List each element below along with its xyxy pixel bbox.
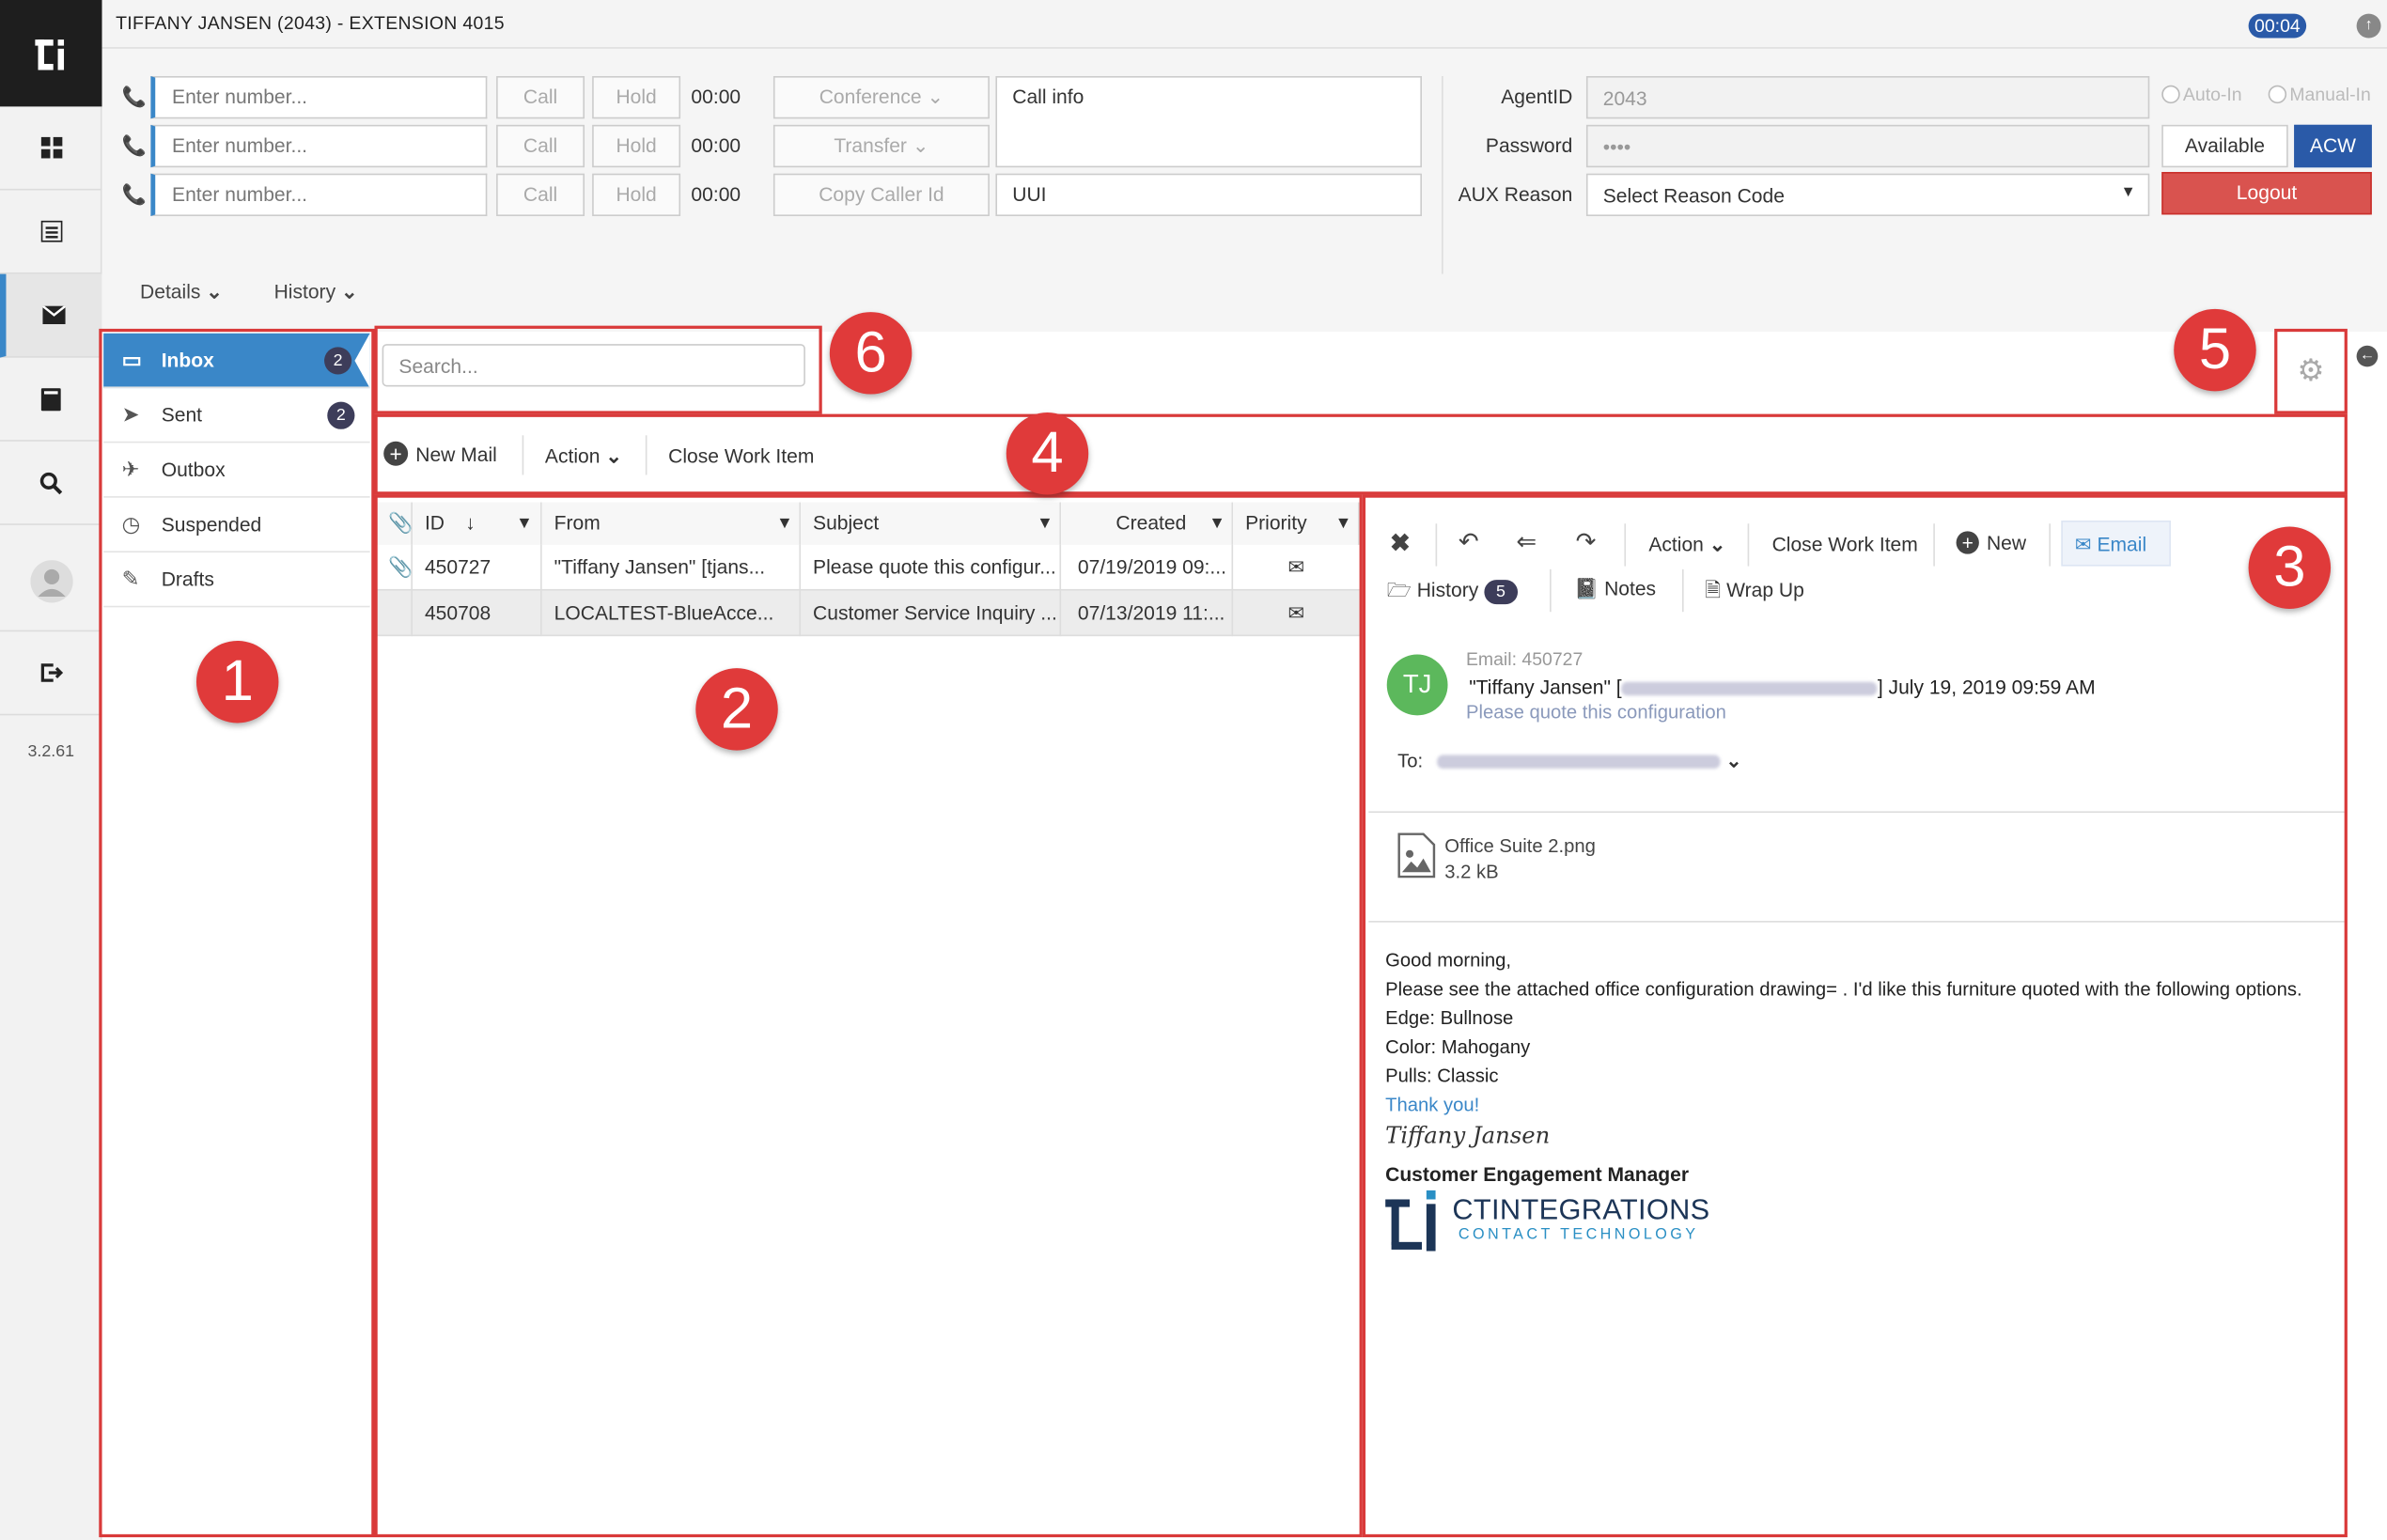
nav-list[interactable] <box>0 190 102 274</box>
user-icon <box>29 560 72 603</box>
radio-icon <box>2268 85 2287 104</box>
envelope-icon <box>42 305 66 325</box>
hold-button-2[interactable]: Hold <box>592 124 681 168</box>
phone-panel: 📞 Enter number... Call Hold 00:00 📞 Ente… <box>101 48 2387 333</box>
call-button-2[interactable]: Call <box>496 124 585 168</box>
caret-down-icon: ▼ <box>2120 184 2136 201</box>
manual-in-radio[interactable]: Manual-In <box>2268 84 2371 105</box>
password-label: Password <box>1485 133 1573 157</box>
aux-reason-value: Select Reason Code <box>1602 184 1785 208</box>
agent-id-field: 2043 <box>1585 75 2150 119</box>
available-button[interactable]: Available <box>2161 124 2288 168</box>
annotation-box-5 <box>2274 328 2348 414</box>
dashboard-icon <box>39 136 62 159</box>
call-button-3[interactable]: Call <box>496 173 585 217</box>
manual-in-label: Manual-In <box>2289 84 2371 105</box>
annotation-box-6 <box>374 325 822 414</box>
uui-field[interactable]: UUI <box>995 173 1422 217</box>
chevron-down-icon: ⌄ <box>206 280 223 303</box>
acw-button[interactable]: ACW <box>2294 124 2372 168</box>
phone-icon: 📞 <box>121 85 147 109</box>
callout-3: 3 <box>2248 526 2332 609</box>
version-label: 3.2.61 <box>27 742 75 761</box>
phone-icon: 📞 <box>121 133 147 157</box>
number-input-3[interactable]: Enter number... <box>150 173 488 217</box>
chevron-down-icon: ⌄ <box>912 133 929 157</box>
annotation-box-4 <box>374 413 2348 495</box>
transfer-dropdown[interactable]: Transfer ⌄ <box>772 124 990 168</box>
call-info-field[interactable]: Call info <box>995 75 1422 168</box>
tab-history-label: History <box>273 280 336 303</box>
tab-details[interactable]: Details ⌄ <box>140 280 223 304</box>
annotation-box-3 <box>1362 494 2348 1538</box>
copy-caller-id-button[interactable]: Copy Caller Id <box>772 173 990 217</box>
book-icon <box>40 387 61 411</box>
list-icon <box>39 220 62 242</box>
collapse-icon[interactable]: ← <box>2356 345 2379 367</box>
call-button-1[interactable]: Call <box>496 75 585 119</box>
nav-search[interactable] <box>0 442 102 525</box>
arrow-up-icon[interactable]: ↑ <box>2356 13 2381 39</box>
chevron-down-icon: ⌄ <box>340 280 358 303</box>
aux-reason-select[interactable]: Select Reason Code ▼ <box>1585 173 2150 217</box>
aux-reason-label: AUX Reason <box>1458 182 1573 206</box>
line-time-3: 00:00 <box>691 182 741 206</box>
call-timer: 00:04 <box>2248 13 2307 39</box>
phone-icon: 📞 <box>121 182 147 206</box>
callout-4: 4 <box>1006 412 1089 495</box>
app-logo <box>0 0 102 107</box>
search-icon <box>39 472 63 494</box>
app-root: 3.2.61 TIFFANY JANSEN (2043) - EXTENSION… <box>0 0 2387 1540</box>
hold-button-3[interactable]: Hold <box>592 173 681 217</box>
radio-icon <box>2161 85 2180 104</box>
window-title: TIFFANY JANSEN (2043) - EXTENSION 4015 <box>116 11 505 34</box>
password-field: •••• <box>1585 124 2150 168</box>
number-input-2[interactable]: Enter number... <box>150 124 488 168</box>
conference-label: Conference <box>819 85 922 109</box>
callout-1: 1 <box>195 640 279 723</box>
tab-history[interactable]: History ⌄ <box>274 280 358 304</box>
auto-in-label: Auto-In <box>2182 84 2242 105</box>
hold-button-1[interactable]: Hold <box>592 75 681 119</box>
nav-email[interactable] <box>0 273 102 358</box>
callout-5: 5 <box>2174 308 2256 392</box>
nav-dashboard[interactable] <box>0 106 102 191</box>
divider <box>1442 75 1443 274</box>
line-time-2: 00:00 <box>691 133 741 157</box>
transfer-label: Transfer <box>834 133 907 157</box>
agent-id-label: AgentID <box>1501 85 1573 109</box>
logout-button[interactable]: Logout <box>2161 172 2372 215</box>
title-bar: TIFFANY JANSEN (2043) - EXTENSION 4015 0… <box>101 0 2387 49</box>
left-nav: 3.2.61 <box>0 0 102 1540</box>
callout-6: 6 <box>829 312 913 395</box>
nav-user[interactable] <box>0 533 102 632</box>
nav-book[interactable] <box>0 358 102 442</box>
line-time-1: 00:00 <box>691 85 741 109</box>
tab-details-label: Details <box>140 280 201 303</box>
annotation-box-2 <box>374 494 1363 1538</box>
logout-icon <box>39 663 63 682</box>
nav-logout[interactable] <box>0 631 102 716</box>
auto-in-radio[interactable]: Auto-In <box>2161 84 2242 105</box>
callout-2: 2 <box>695 668 778 751</box>
conference-dropdown[interactable]: Conference ⌄ <box>772 75 990 119</box>
annotation-box-1 <box>99 328 375 1538</box>
chevron-down-icon: ⌄ <box>927 85 944 109</box>
number-input-1[interactable]: Enter number... <box>150 75 488 119</box>
